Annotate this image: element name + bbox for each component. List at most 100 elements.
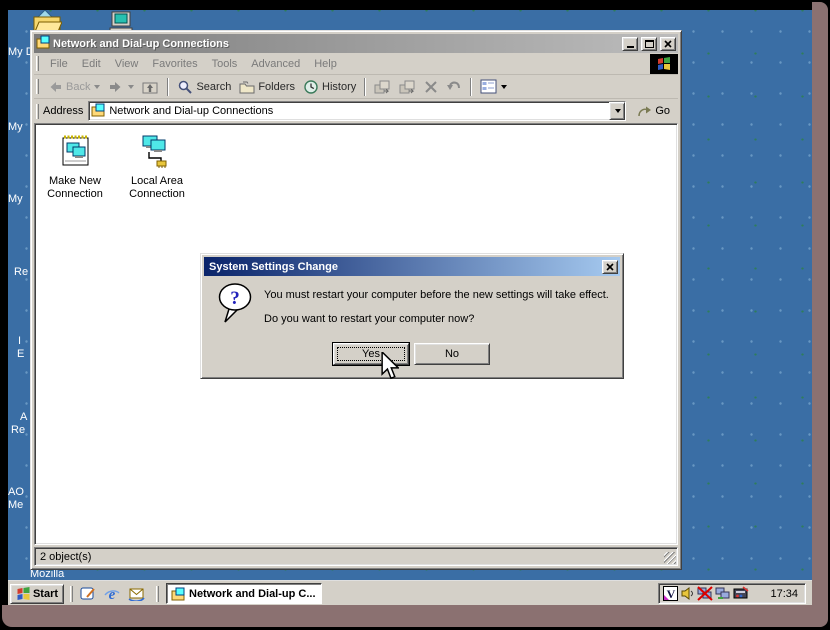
- delete-icon: [424, 80, 438, 94]
- desktop-icon-label[interactable]: My: [8, 121, 23, 133]
- views-button[interactable]: [476, 77, 511, 96]
- address-dropdown-button[interactable]: [609, 102, 625, 120]
- start-button[interactable]: Start: [10, 584, 64, 604]
- close-icon: [664, 40, 672, 48]
- tray-network-disconnected-icon[interactable]: [697, 586, 713, 601]
- up-button[interactable]: [138, 77, 163, 97]
- desktop-icon-label[interactable]: My: [8, 193, 23, 205]
- back-icon: [47, 79, 63, 95]
- task-button-network-connections[interactable]: Network and Dial-up C...: [166, 583, 322, 604]
- desktop-icon-label[interactable]: AO: [8, 486, 24, 498]
- show-desktop-button[interactable]: [78, 585, 98, 603]
- question-icon: ?: [217, 282, 255, 329]
- svg-text:e: e: [109, 587, 116, 602]
- menu-tools[interactable]: Tools: [205, 56, 245, 72]
- make-new-connection-icon: [56, 134, 94, 173]
- taskbar-clock[interactable]: 17:34: [770, 588, 798, 600]
- internet-explorer-icon: e: [104, 586, 120, 602]
- history-button[interactable]: History: [299, 77, 360, 97]
- outlook-express-icon: [128, 587, 145, 601]
- desktop: My D My My Re I E A Re AO Me Mozilla Net…: [8, 10, 812, 605]
- close-button[interactable]: [660, 37, 676, 51]
- local-area-connection-item[interactable]: Local Area Connection: [121, 134, 193, 201]
- toolbar-separator: [364, 78, 366, 96]
- back-button[interactable]: Back: [43, 77, 104, 97]
- dialog-titlebar[interactable]: System Settings Change: [204, 257, 620, 276]
- menu-advanced[interactable]: Advanced: [244, 56, 307, 72]
- system-settings-change-dialog: System Settings Change ? You must restar…: [200, 253, 624, 379]
- back-label: Back: [66, 81, 90, 93]
- search-button[interactable]: Search: [173, 77, 235, 97]
- minimize-button[interactable]: [622, 37, 638, 51]
- go-arrow-icon: [637, 105, 652, 118]
- search-icon: [177, 79, 193, 95]
- undo-button[interactable]: [442, 78, 466, 96]
- window-titlebar[interactable]: Network and Dial-up Connections: [34, 34, 678, 53]
- dialog-close-button[interactable]: [602, 260, 618, 274]
- status-panel: 2 object(s): [34, 547, 678, 566]
- resize-grip[interactable]: [664, 552, 676, 564]
- history-icon: [303, 79, 319, 95]
- rebar-handle[interactable]: [36, 56, 39, 71]
- chevron-down-icon: [615, 109, 621, 113]
- svg-text:V: V: [667, 587, 676, 601]
- monitor-bezel-bottom: [2, 605, 828, 627]
- go-button[interactable]: Go: [632, 103, 675, 120]
- taskbar: Start e: [8, 580, 812, 605]
- monitor-bezel-right: [812, 2, 828, 627]
- address-label: Address: [43, 105, 83, 117]
- dialog-body: ? You must restart your computer before …: [204, 276, 620, 374]
- make-new-connection-item[interactable]: Make New Connection: [39, 134, 111, 201]
- taskband-grip[interactable]: [156, 586, 159, 602]
- menu-file[interactable]: File: [43, 56, 75, 72]
- desktop-icon-label[interactable]: E: [17, 348, 24, 360]
- rebar-handle[interactable]: [36, 104, 39, 119]
- search-label: Search: [196, 81, 231, 93]
- views-dropdown-icon[interactable]: [501, 85, 507, 89]
- forward-button[interactable]: [104, 77, 138, 97]
- go-label: Go: [655, 105, 670, 117]
- tray-scheduler-icon[interactable]: [733, 586, 749, 601]
- window-title: Network and Dial-up Connections: [53, 38, 619, 50]
- menu-view[interactable]: View: [108, 56, 146, 72]
- show-desktop-icon: [80, 586, 96, 602]
- menu-help[interactable]: Help: [307, 56, 344, 72]
- menu-edit[interactable]: Edit: [75, 56, 108, 72]
- outlook-express-button[interactable]: [126, 585, 146, 603]
- copy-to-icon: [399, 79, 416, 95]
- mouse-cursor-icon: [380, 352, 399, 383]
- system-tray: V 17:: [658, 583, 806, 604]
- item-label: Local Area Connection: [121, 175, 193, 201]
- back-dropdown-icon[interactable]: [94, 85, 100, 89]
- forward-dropdown-icon[interactable]: [128, 85, 134, 89]
- tray-network-icon[interactable]: [715, 586, 731, 601]
- address-input[interactable]: Network and Dial-up Connections: [88, 101, 626, 121]
- folders-button[interactable]: Folders: [235, 77, 299, 97]
- desktop-icon-label[interactable]: A: [20, 411, 27, 423]
- tray-vshield-icon[interactable]: V: [663, 586, 678, 601]
- svg-text:?: ?: [230, 288, 240, 309]
- undo-icon: [446, 80, 462, 94]
- move-to-button[interactable]: [370, 77, 395, 97]
- copy-to-button[interactable]: [395, 77, 420, 97]
- minimize-icon: [627, 46, 634, 48]
- rebar-handle[interactable]: [36, 79, 39, 94]
- internet-explorer-button[interactable]: e: [102, 585, 122, 603]
- address-value: Network and Dial-up Connections: [109, 105, 609, 117]
- maximize-button[interactable]: [641, 37, 657, 51]
- start-label: Start: [33, 588, 58, 600]
- window-icon: [36, 35, 50, 52]
- address-bar: Address Network and Dial-up Connections …: [34, 99, 678, 123]
- no-button[interactable]: No: [414, 343, 490, 365]
- quicklaunch-grip[interactable]: [70, 586, 73, 602]
- toolbar-separator: [470, 78, 472, 96]
- menu-favorites[interactable]: Favorites: [145, 56, 204, 72]
- delete-button[interactable]: [420, 78, 442, 96]
- local-area-connection-icon: [137, 134, 177, 173]
- move-to-icon: [374, 79, 391, 95]
- tray-volume-icon[interactable]: [680, 586, 695, 601]
- desktop-icon-label[interactable]: Re: [14, 266, 28, 278]
- desktop-icon-label[interactable]: I: [18, 335, 21, 347]
- desktop-icon-label[interactable]: Re: [11, 424, 25, 436]
- desktop-icon-label[interactable]: Me: [8, 499, 23, 511]
